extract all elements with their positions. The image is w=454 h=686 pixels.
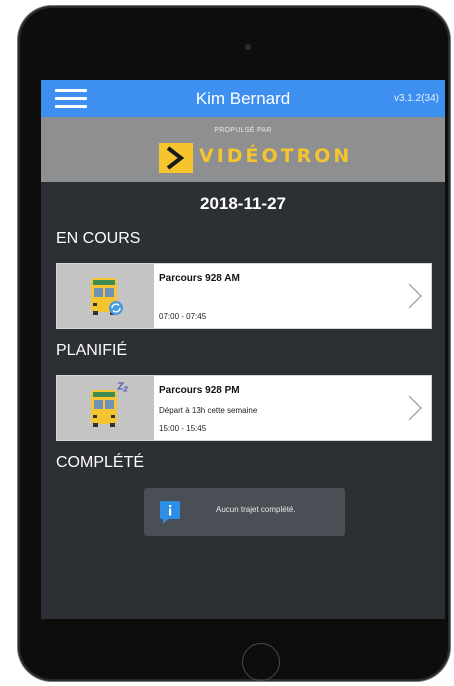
home-button[interactable] — [242, 643, 280, 681]
front-camera — [245, 44, 251, 50]
section-heading-in-progress: EN COURS — [56, 230, 141, 247]
current-date: 2018-11-27 — [199, 194, 287, 213]
bus-syncing-icon — [91, 278, 123, 315]
route-title: Parcours 928 PM — [159, 385, 240, 396]
videotron-logo-icon — [159, 143, 193, 173]
top-bar: Kim Bernard v3.1.2(34) — [41, 80, 445, 117]
app-version: v3.1.2(34) — [393, 93, 439, 104]
section-heading-completed: COMPLÉTÉ — [56, 454, 145, 471]
bus-sleeping-icon — [91, 382, 129, 427]
route-card-in-progress[interactable]: Parcours 928 AM 07:00 - 07:45 — [56, 263, 432, 329]
empty-message: Aucun trajet complété. — [216, 505, 296, 514]
route-subtitle: Départ à 13h cette semaine — [159, 406, 258, 415]
user-name: Kim Bernard — [195, 89, 291, 108]
route-thumbnail — [57, 376, 154, 440]
info-icon — [160, 501, 180, 524]
brand-banner: PROPULSÉ PAR VIDÉOTRON — [41, 117, 445, 182]
chevron-right-icon[interactable] — [407, 282, 423, 310]
route-card-planned[interactable]: Parcours 928 PM Départ à 13h cette semai… — [56, 375, 432, 441]
route-time: 15:00 - 15:45 — [159, 424, 207, 433]
powered-by-label: PROPULSÉ PAR — [214, 127, 272, 134]
completed-empty-state: Aucun trajet complété. — [144, 488, 345, 536]
route-title: Parcours 928 AM — [159, 273, 240, 284]
route-time: 07:00 - 07:45 — [159, 312, 207, 321]
brand-name: VIDÉOTRON — [199, 145, 353, 167]
chevron-right-icon[interactable] — [407, 394, 423, 422]
route-thumbnail — [57, 264, 154, 328]
section-heading-planned: PLANIFIÉ — [56, 342, 128, 359]
app-screen: Kim Bernard v3.1.2(34) PROPULSÉ PAR VIDÉ… — [41, 80, 445, 619]
